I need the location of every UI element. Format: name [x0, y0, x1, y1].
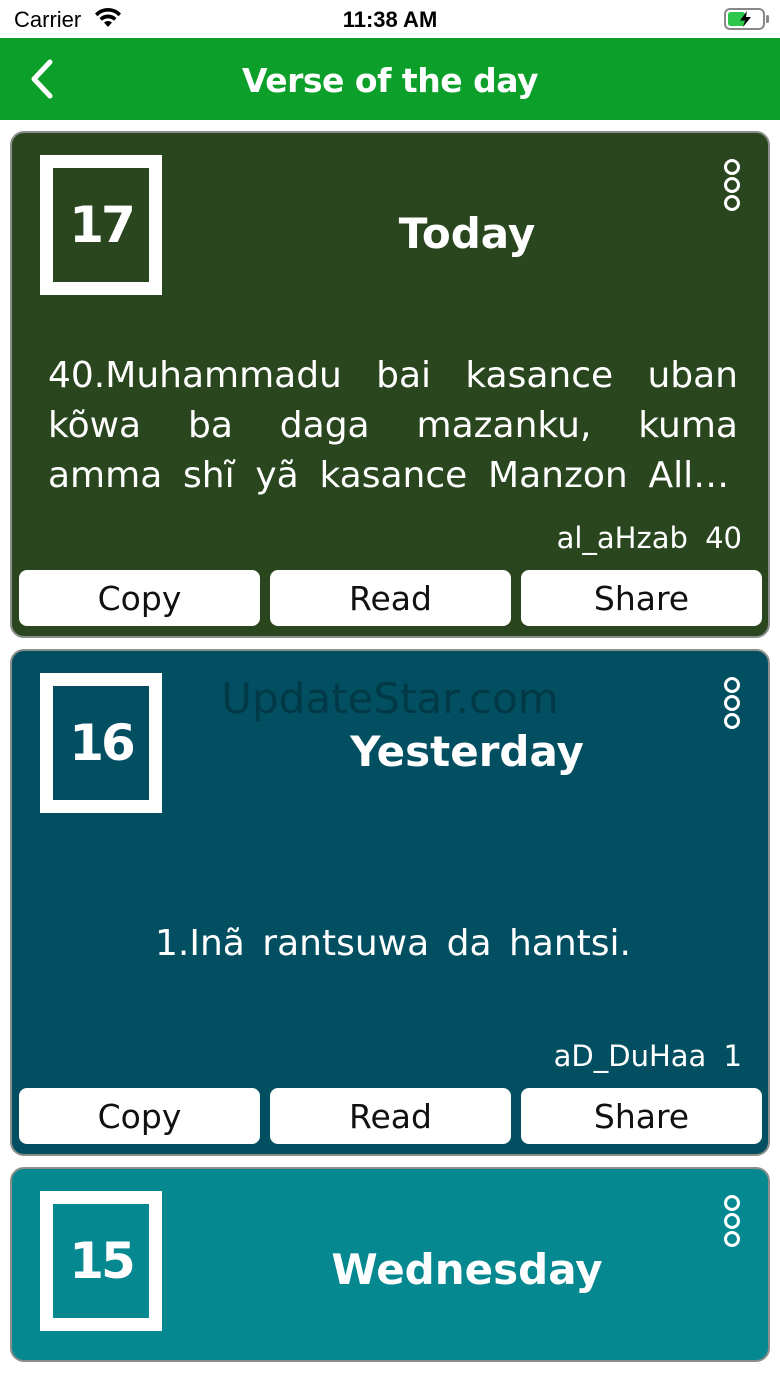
status-time: 11:38 AM: [342, 7, 438, 32]
day-label: Yesterday: [350, 727, 584, 776]
copy-button[interactable]: Copy: [19, 1088, 260, 1144]
more-options-icon[interactable]: [718, 157, 746, 213]
share-button[interactable]: Share: [521, 570, 762, 626]
day-label: Wednesday: [331, 1245, 603, 1294]
status-bar: Carrier 11:38 AM: [0, 0, 780, 38]
verse-text: 1.Inã rantsuwa da hantsi.: [155, 923, 631, 964]
action-buttons: Copy Read Share: [19, 570, 763, 626]
verse-card-today: 17 Today 40.Muhammadu bai kasance uban k…: [10, 131, 770, 638]
copy-button[interactable]: Copy: [19, 570, 260, 626]
read-button[interactable]: Read: [270, 1088, 511, 1144]
page-title: Verse of the day: [242, 61, 538, 100]
navigation-bar: Verse of the day: [0, 38, 780, 120]
day-number: 17: [69, 196, 136, 254]
day-number-box: 15: [40, 1191, 162, 1331]
verse-card-wednesday: 15 Wednesday: [10, 1167, 770, 1362]
verse-card-yesterday: 16 Yesterday 1.Inã rantsuwa da hantsi. a…: [10, 649, 770, 1156]
verse-reference: aD_DuHaa 1: [553, 1039, 742, 1073]
day-number-box: 17: [40, 155, 162, 295]
day-number: 15: [69, 1232, 136, 1290]
more-options-icon[interactable]: [718, 675, 746, 731]
day-number: 16: [69, 714, 136, 772]
day-label: Today: [398, 209, 536, 258]
more-options-icon[interactable]: [718, 1193, 746, 1249]
day-number-box: 16: [40, 673, 162, 813]
read-button[interactable]: Read: [270, 570, 511, 626]
battery-charging-icon: [724, 8, 769, 30]
verse-text: 40.Muhammadu bai kasance uban kõwa ba da…: [48, 355, 738, 496]
back-chevron-icon[interactable]: [24, 56, 60, 102]
share-button[interactable]: Share: [521, 1088, 762, 1144]
action-buttons: Copy Read Share: [19, 1088, 763, 1144]
verse-reference: al_aHzab 40: [556, 521, 742, 555]
